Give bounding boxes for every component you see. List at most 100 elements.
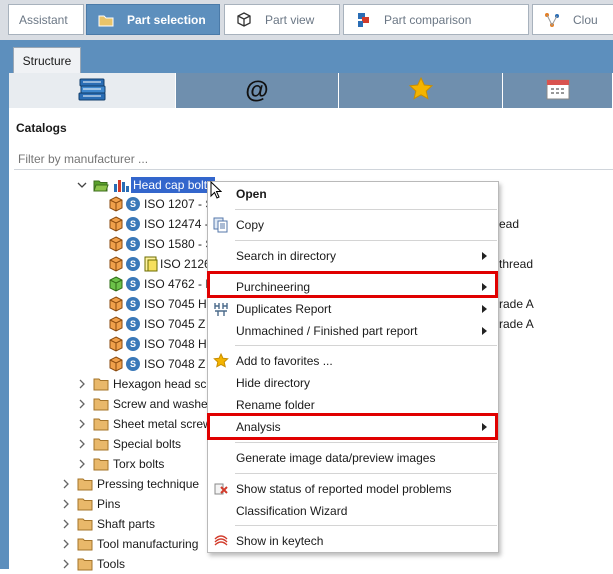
highlight-analysis (207, 413, 498, 440)
tree-row-folder[interactable]: Tool manufacturing (61, 534, 198, 554)
tree-row-folder[interactable]: Pressing technique (61, 474, 199, 494)
mouse-cursor-icon (210, 180, 223, 202)
expand-arrow-icon[interactable] (61, 559, 71, 569)
tree-row-part[interactable]: S ISO 7048 Z - (108, 354, 213, 374)
tree-row-part[interactable]: S ISO 7048 H - (108, 334, 214, 354)
view-calendar-button[interactable] (503, 73, 613, 108)
menu-separator (235, 442, 497, 443)
star-icon (213, 352, 229, 369)
menu-item-unmachined-report[interactable]: Unmachined / Finished part report (209, 320, 497, 342)
collapse-arrow-icon[interactable] (77, 180, 87, 190)
expand-arrow-icon[interactable] (77, 379, 87, 389)
expand-arrow-icon[interactable] (77, 399, 87, 409)
tree-row-subfolder[interactable]: Special bolts (77, 434, 181, 454)
tree-row-part[interactable]: S ISO 1580 - S (108, 234, 213, 254)
manufacturer-filter-input[interactable] (14, 148, 613, 170)
menu-item-add-to-favorites[interactable]: Add to favorites ... (209, 350, 497, 372)
tree-row-subfolder[interactable]: Torx bolts (77, 454, 164, 474)
tab-part-view[interactable]: Part view (224, 4, 340, 35)
menu-item-duplicates-report[interactable]: Duplicates Report (209, 298, 497, 320)
tree-row-folder[interactable]: Pins (61, 494, 120, 514)
tree-row-part[interactable]: S ISO 7045 Z - (108, 314, 213, 334)
tab-cloud[interactable]: Clou (532, 4, 613, 35)
structure-bar (9, 46, 613, 73)
menu-item-open[interactable]: Open (209, 183, 497, 205)
part-name-overflow: thread (499, 257, 534, 271)
menu-item-hide-directory[interactable]: Hide directory (209, 372, 497, 394)
menu-item-show-in-keytech[interactable]: Show in keytech (209, 530, 497, 552)
expand-arrow-icon[interactable] (77, 419, 87, 429)
tree-label: Torx bolts (113, 457, 165, 471)
view-mode-bar: @ (9, 73, 613, 108)
menu-separator (235, 209, 497, 210)
expand-arrow-icon[interactable] (61, 499, 71, 509)
compare-icon (354, 11, 372, 29)
tab-part-selection[interactable]: Part selection (86, 4, 220, 35)
standard-s-icon: S (126, 257, 140, 271)
expand-arrow-icon[interactable] (77, 459, 87, 469)
menu-item-copy[interactable]: Copy (209, 214, 497, 236)
tree-row-part[interactable]: S ISO 2126 (108, 254, 211, 274)
cube-outline-icon (235, 11, 253, 29)
tree-label: ISO 1580 - S (144, 237, 214, 251)
tree-label: ISO 2126 (160, 257, 211, 271)
menu-item-classification-wizard[interactable]: Classification Wizard (209, 500, 497, 522)
tree-label: ISO 12474 - (144, 217, 209, 231)
catalogs-heading: Catalogs (16, 121, 67, 135)
cube-icon (108, 216, 124, 232)
folder-icon (77, 518, 93, 531)
tree-label: Tool manufacturing (97, 537, 199, 551)
tree-label: Shaft parts (97, 517, 156, 531)
tree-row-subfolder[interactable]: Sheet metal screw (77, 414, 212, 434)
cube-icon (108, 236, 124, 252)
menu-item-search-in-directory[interactable]: Search in directory (209, 245, 497, 267)
menu-separator (235, 240, 497, 241)
tree-row-folder[interactable]: Tools (61, 554, 125, 574)
tree-row-part[interactable]: S ISO 4762 - H (108, 274, 214, 294)
expand-arrow-icon[interactable] (61, 539, 71, 549)
menu-separator (235, 525, 497, 526)
star-icon (408, 76, 434, 105)
tree-row-part[interactable]: S ISO 1207 - S (108, 194, 213, 214)
view-favorites-button[interactable] (339, 73, 503, 108)
view-email-button[interactable]: @ (176, 73, 339, 108)
tree-row-head-cap-bolts[interactable]: Head cap bolts (77, 175, 216, 195)
view-catalogs-button[interactable] (9, 73, 176, 108)
tab-label: Part selection (127, 12, 206, 27)
menu-item-generate-image-data[interactable]: Generate image data/preview images (209, 447, 497, 469)
books-icon (77, 76, 107, 105)
tab-structure[interactable]: Structure (13, 47, 81, 73)
tree-row-subfolder[interactable]: Hexagon head scr (77, 374, 210, 394)
cube-icon (108, 256, 124, 272)
tree-label: ISO 7048 H - (144, 337, 215, 351)
cube-icon (108, 336, 124, 352)
standard-s-icon: S (126, 277, 140, 291)
tree-label: Screw and washer (113, 397, 212, 411)
expand-arrow-icon[interactable] (61, 519, 71, 529)
tab-assistant[interactable]: Assistant (8, 4, 84, 35)
folder-tab-icon (97, 11, 115, 29)
menu-item-label: Generate image data/preview images (236, 451, 436, 465)
tree-row-part[interactable]: S ISO 12474 - (108, 214, 209, 234)
open-folder-icon (93, 179, 109, 192)
tree-row-folder[interactable]: Shaft parts (61, 514, 155, 534)
standard-s-icon: S (126, 297, 140, 311)
folder-icon (77, 478, 93, 491)
menu-item-label: Copy (236, 218, 265, 232)
standard-s-icon: S (126, 197, 140, 211)
expand-arrow-icon[interactable] (77, 439, 87, 449)
standard-s-icon: S (126, 217, 140, 231)
menu-item-label: Duplicates Report (236, 302, 332, 316)
copy-icon (213, 217, 229, 233)
part-name-overflow: rade A (499, 317, 534, 331)
tab-part-comparison[interactable]: Part comparison (343, 4, 529, 35)
main-tab-bar: Assistant Part selection Part view Part … (0, 0, 613, 40)
menu-item-show-status[interactable]: Show status of reported model problems (209, 478, 497, 500)
network-icon (543, 11, 561, 29)
folder-icon (93, 438, 109, 451)
tree-row-subfolder[interactable]: Screw and washer (77, 394, 212, 414)
standard-s-icon: S (126, 237, 140, 251)
tree-label: ISO 7048 Z - (144, 357, 213, 371)
expand-arrow-icon[interactable] (61, 479, 71, 489)
tree-row-part[interactable]: S ISO 7045 H (108, 294, 207, 314)
